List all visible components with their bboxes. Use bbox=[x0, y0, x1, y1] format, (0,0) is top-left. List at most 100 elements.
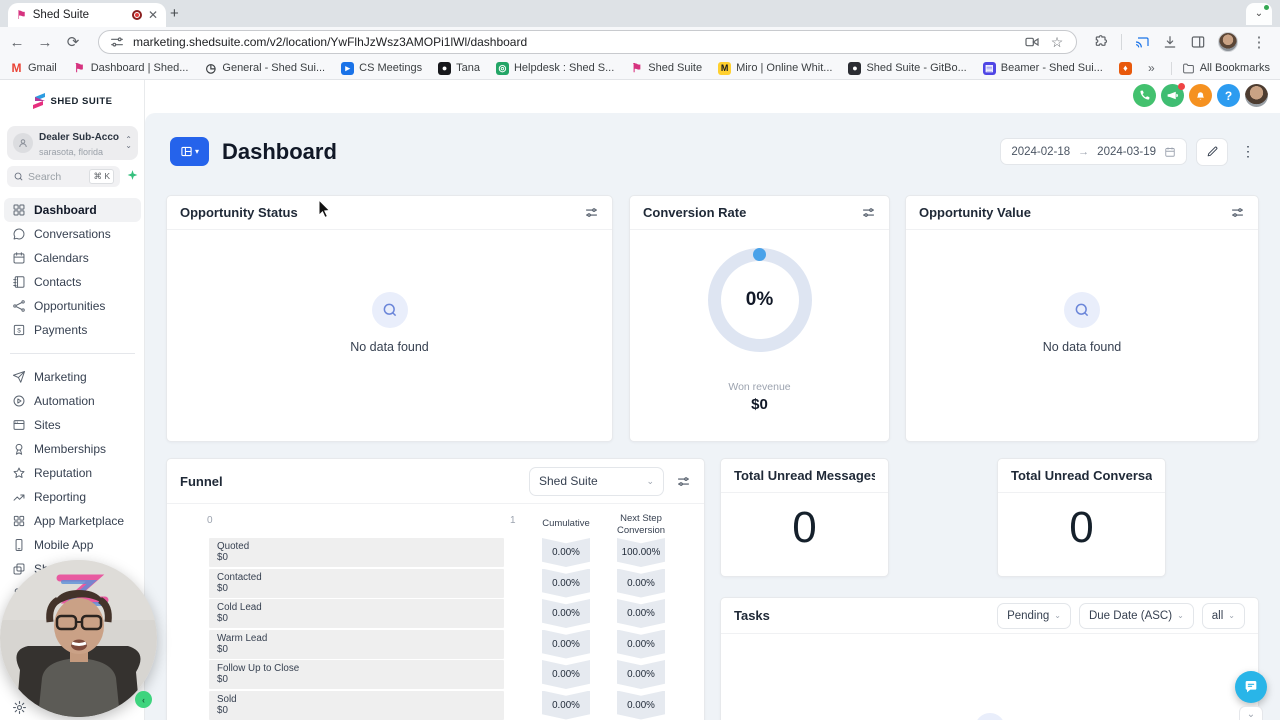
monorepo-icon: ♦ bbox=[1118, 61, 1132, 75]
card-title: Conversion Rate bbox=[643, 205, 747, 220]
unread-messages-value: 0 bbox=[792, 503, 817, 552]
sidebar-item-payments[interactable]: $ Payments bbox=[4, 318, 141, 342]
tab-capture-icon[interactable] bbox=[1024, 34, 1040, 50]
card-settings-icon[interactable] bbox=[676, 474, 691, 489]
webcam-collapse-button[interactable]: ‹ bbox=[135, 691, 152, 708]
user-avatar[interactable] bbox=[1245, 84, 1268, 107]
account-switcher[interactable]: Dealer Sub-Account... sarasota, florida … bbox=[7, 126, 138, 160]
sidebar-item-conversations[interactable]: Conversations bbox=[4, 222, 141, 246]
sidebar-item-sites[interactable]: Sites bbox=[4, 413, 141, 437]
cast-icon[interactable] bbox=[1134, 34, 1150, 50]
new-tab-button[interactable]: + bbox=[170, 5, 179, 22]
funnel-card: Funnel Shed Suite ⌄ 0 1 Cumulative Next … bbox=[166, 458, 705, 720]
bookmark-item[interactable]: ● Shed Suite - GitBo... bbox=[848, 61, 967, 75]
browser-menu-icon[interactable]: ⋮ bbox=[1250, 33, 1268, 51]
bookmark-item[interactable]: M Miro | Online Whit... bbox=[718, 61, 832, 75]
funnel-bar[interactable]: Contacted $0 bbox=[209, 568, 504, 598]
webcam-overlay[interactable] bbox=[0, 560, 157, 717]
card-settings-icon[interactable] bbox=[1230, 205, 1245, 220]
funnel-bar[interactable]: Follow Up to Close $0 bbox=[209, 660, 504, 689]
sidebar-item-mobile-app[interactable]: Mobile App bbox=[4, 533, 141, 557]
funnel-bar[interactable]: Warm Lead $0 bbox=[209, 629, 504, 659]
sidebar-item-app-marketplace[interactable]: App Marketplace bbox=[4, 509, 141, 533]
chat-scroll-button[interactable]: ⌄ bbox=[1239, 706, 1263, 720]
bookmark-label: Shed Suite - GitBo... bbox=[866, 62, 967, 74]
sidebar-item-marketing[interactable]: Marketing bbox=[4, 365, 141, 389]
reload-icon[interactable]: ⟳ bbox=[64, 33, 82, 51]
chat-widget-button[interactable] bbox=[1235, 671, 1267, 703]
bookmark-item[interactable]: M Gmail bbox=[10, 62, 57, 75]
sidebar-item-memberships[interactable]: Memberships bbox=[4, 437, 141, 461]
bookmark-item[interactable]: ⚑ Dashboard | Shed... bbox=[73, 62, 189, 75]
sidebar-item-opportunities[interactable]: Opportunities bbox=[4, 294, 141, 318]
extensions-icon[interactable] bbox=[1093, 34, 1109, 50]
phone-button[interactable] bbox=[1133, 84, 1156, 107]
sidebar-item-calendars[interactable]: Calendars bbox=[4, 246, 141, 270]
bookmark-item[interactable]: ▤ Beamer - Shed Sui... bbox=[982, 61, 1103, 75]
task-filter-value: Pending bbox=[1007, 609, 1050, 622]
tab-search-button[interactable]: ⌄ bbox=[1246, 3, 1272, 25]
bookmark-item[interactable]: ● Tana bbox=[438, 61, 480, 75]
site-settings-icon[interactable] bbox=[109, 34, 125, 50]
browser-tab[interactable]: ⚑ Shed Suite ✕ bbox=[8, 3, 166, 27]
date-range-picker[interactable]: 2024-02-18 → 2024-03-19 bbox=[1000, 138, 1187, 165]
funnel-bar[interactable]: Quoted $0 bbox=[209, 538, 504, 567]
task-filter-pending[interactable]: Pending ⌄ bbox=[997, 602, 1071, 629]
task-filter-due-date-asc-[interactable]: Due Date (ASC) ⌄ bbox=[1078, 602, 1194, 629]
sidebar-item-dashboard[interactable]: Dashboard bbox=[4, 198, 141, 222]
notifications-button[interactable] bbox=[1189, 84, 1212, 107]
card-settings-icon[interactable] bbox=[584, 205, 599, 220]
bookmark-item[interactable]: ◷ General - Shed Sui... bbox=[204, 62, 325, 75]
date-end[interactable]: 2024-03-19 bbox=[1097, 146, 1156, 158]
app-logo: SHED SUITE bbox=[0, 92, 145, 110]
sidebar-item-label: Sites bbox=[34, 418, 61, 432]
url-text[interactable]: marketing.shedsuite.com/v2/location/YwFl… bbox=[133, 35, 1016, 49]
funnel-bar[interactable]: Cold Lead $0 bbox=[209, 599, 504, 628]
edit-dashboard-button[interactable] bbox=[1196, 137, 1228, 166]
chevron-down-icon: ⌄ bbox=[1054, 611, 1061, 620]
bookmark-item[interactable]: ▸ CS Meetings bbox=[341, 61, 422, 75]
next-step-cell: 0.00% bbox=[617, 629, 665, 659]
funnel-stage-value: $0 bbox=[217, 643, 228, 655]
url-bar[interactable]: marketing.shedsuite.com/v2/location/YwFl… bbox=[98, 30, 1077, 54]
bookmark-item[interactable]: ◎ Helpdesk : Shed S... bbox=[495, 61, 615, 75]
sidebar-item-reporting[interactable]: Reporting bbox=[4, 485, 141, 509]
sidebar-item-contacts[interactable]: Contacts bbox=[4, 270, 141, 294]
card-settings-icon[interactable] bbox=[861, 205, 876, 220]
page-menu-button[interactable]: ⋮ bbox=[1237, 138, 1259, 165]
gmail-icon: M bbox=[11, 61, 22, 75]
help-button[interactable]: ? bbox=[1217, 84, 1240, 107]
ai-spark-icon[interactable] bbox=[126, 169, 139, 182]
side-panel-icon[interactable] bbox=[1190, 34, 1206, 50]
marketplace-icon bbox=[13, 515, 25, 527]
settings-gear-icon[interactable] bbox=[12, 700, 27, 715]
bookmark-label: Helpdesk : Shed S... bbox=[513, 62, 615, 74]
bookmarks-overflow-icon[interactable]: » bbox=[1148, 61, 1155, 75]
browser-profile-avatar[interactable] bbox=[1218, 32, 1238, 52]
funnel-bar[interactable]: Sold $0 bbox=[209, 690, 504, 720]
search-input[interactable]: Search ⌘ K bbox=[7, 166, 120, 187]
back-icon[interactable]: ← bbox=[8, 34, 26, 51]
page-header: ▾ Dashboard 2024-02-18 → 2024-03-19 ⋮ bbox=[166, 137, 1259, 167]
announcements-button[interactable] bbox=[1161, 83, 1185, 107]
bookmark-item[interactable]: ⚑ Shed Suite bbox=[630, 62, 702, 75]
tab-close-icon[interactable]: ✕ bbox=[148, 8, 158, 22]
downloads-icon[interactable] bbox=[1162, 34, 1178, 50]
bookmark-label: Shed Suite bbox=[648, 62, 703, 74]
funnel-filter-select[interactable]: Shed Suite ⌄ bbox=[529, 466, 664, 496]
dashboard-switcher-button[interactable]: ▾ bbox=[170, 137, 209, 166]
bookmark-star-icon[interactable]: ☆ bbox=[1048, 34, 1066, 51]
date-start[interactable]: 2024-02-18 bbox=[1011, 146, 1070, 158]
task-filter-all[interactable]: all ⌄ bbox=[1201, 602, 1245, 629]
grid-icon bbox=[13, 204, 25, 216]
sidebar-item-reputation[interactable]: Reputation bbox=[4, 461, 141, 485]
forward-icon[interactable]: → bbox=[36, 34, 54, 51]
bookmark-item[interactable]: ♦shedsuite / monor... bbox=[1118, 61, 1132, 75]
beamer-icon: ▤ bbox=[982, 61, 996, 75]
sidebar-item-automation[interactable]: Automation bbox=[4, 389, 141, 413]
calendar-icon bbox=[1165, 147, 1175, 157]
funnel-stage-row: Quoted $0 0.00% 100.00% bbox=[167, 538, 704, 567]
sidebar-item-label: App Marketplace bbox=[34, 514, 125, 528]
all-bookmarks-button[interactable]: All Bookmarks bbox=[1170, 61, 1270, 75]
empty-state: No data found bbox=[167, 292, 612, 354]
